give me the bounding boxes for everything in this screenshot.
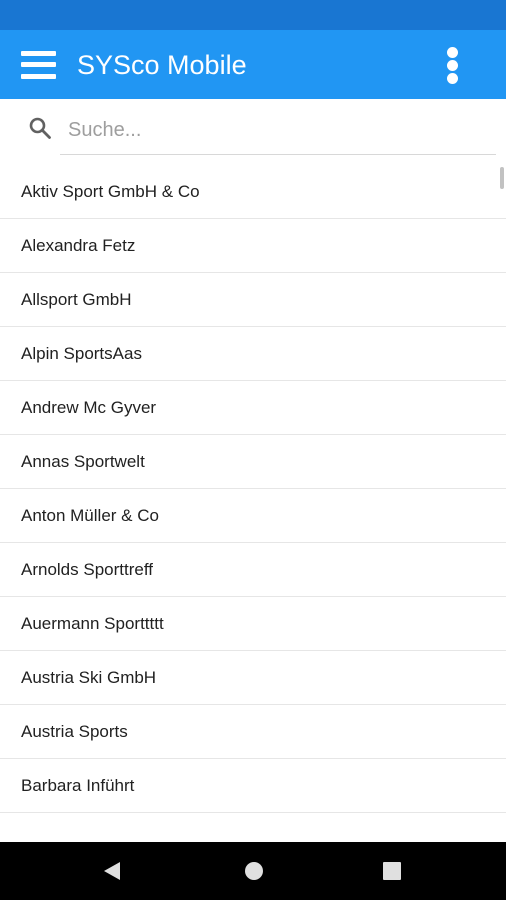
list-item[interactable]: Andrew Mc Gyver — [0, 381, 506, 435]
list-item[interactable]: Allsport GmbH — [0, 273, 506, 327]
customer-list[interactable]: Aktiv Sport GmbH & Co Alexandra Fetz All… — [0, 165, 506, 842]
back-button[interactable] — [82, 842, 142, 900]
list-item[interactable]: Austria Sports — [0, 705, 506, 759]
list-item[interactable]: Aktiv Sport GmbH & Co — [0, 165, 506, 219]
list-item[interactable]: Barbara Inführt — [0, 759, 506, 813]
app-title: SYSco Mobile — [77, 50, 247, 80]
list-item[interactable]: Annas Sportwelt — [0, 435, 506, 489]
search-input[interactable] — [60, 107, 496, 155]
list-item[interactable]: Alexandra Fetz — [0, 219, 506, 273]
app-bar: SYSco Mobile — [0, 30, 506, 99]
list-item[interactable]: Austria Ski GmbH — [0, 651, 506, 705]
home-button[interactable] — [224, 842, 284, 900]
recents-button[interactable] — [362, 842, 422, 900]
search-icon — [29, 117, 51, 139]
system-navigation-bar — [0, 842, 506, 900]
scrollbar-thumb[interactable] — [500, 167, 504, 189]
hamburger-menu-icon[interactable] — [21, 50, 56, 80]
list-item[interactable]: Alpin SportsAas — [0, 327, 506, 381]
search-bar — [0, 99, 506, 159]
recents-square-icon — [383, 862, 401, 880]
back-triangle-icon — [104, 862, 120, 880]
more-vert-icon[interactable] — [440, 45, 466, 85]
list-item[interactable]: Auermann Sporttttt — [0, 597, 506, 651]
list-item[interactable]: Arnolds Sporttreff — [0, 543, 506, 597]
home-circle-icon — [245, 862, 263, 880]
list-item[interactable]: Anton Müller & Co — [0, 489, 506, 543]
status-bar — [0, 0, 506, 30]
